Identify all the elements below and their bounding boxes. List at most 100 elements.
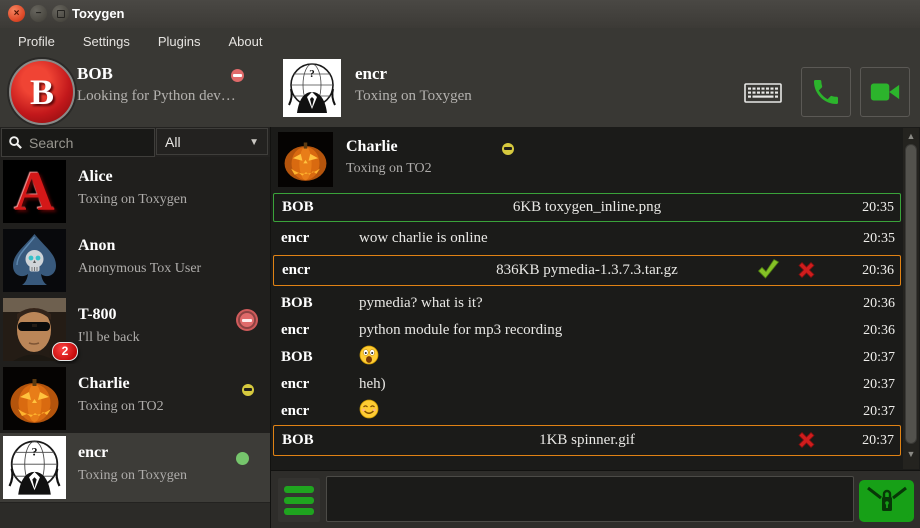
search-box <box>1 128 155 157</box>
message-text: heh) <box>359 376 901 393</box>
contact-status-message: Toxing on Toxygen <box>78 192 187 208</box>
message-row: BOB pymedia? what is it? 20:36 <box>273 290 901 317</box>
close-icon[interactable]: × <box>8 5 25 22</box>
message-text: wow charlie is online <box>359 230 901 247</box>
message-time: 20:36 <box>863 323 895 339</box>
contacts-panel: All ▼ A Alice Toxing on Toxygen <box>0 127 270 528</box>
x-icon <box>794 258 819 282</box>
message-row: encr heh) 20:37 <box>273 371 901 398</box>
scrollbar-thumb[interactable] <box>905 144 917 444</box>
contact-name: T-800 <box>78 306 117 324</box>
search-input[interactable] <box>27 134 149 152</box>
anonymous-mask-icon: ? <box>3 436 66 499</box>
contacts-filter-value: All <box>165 134 181 150</box>
contact-name: Alice <box>78 168 113 186</box>
pumpkin-icon <box>278 132 333 187</box>
contact-name: Charlie <box>78 375 130 393</box>
message-time: 20:35 <box>862 200 894 216</box>
message-emoji <box>359 399 901 424</box>
scroll-down-icon[interactable]: ▼ <box>903 448 919 460</box>
accept-file-button[interactable] <box>755 257 782 283</box>
menu-settings[interactable]: Settings <box>69 28 144 55</box>
decline-file-button[interactable] <box>793 257 820 283</box>
self-avatar-letter: B <box>30 71 54 113</box>
video-camera-icon <box>868 75 902 109</box>
attachments-menu-button[interactable] <box>278 478 320 522</box>
message-time: 20:37 <box>863 350 895 366</box>
message-time: 20:37 <box>862 433 894 449</box>
message-sender: BOB <box>273 295 359 312</box>
menu-profile[interactable]: Profile <box>4 28 69 55</box>
cancel-file-button[interactable] <box>793 427 820 453</box>
contact-encr[interactable]: ? encr Toxing on Toxygen <box>0 433 270 502</box>
contact-name: Anon <box>78 237 115 255</box>
message-sender: encr <box>273 403 359 420</box>
audio-call-button[interactable] <box>801 67 851 117</box>
svg-text:?: ? <box>32 445 38 459</box>
composer-bar <box>270 470 920 528</box>
message-text: pymedia? what is it? <box>359 295 901 312</box>
search-icon <box>8 135 23 150</box>
svg-text:?: ? <box>309 68 315 80</box>
contact-charlie[interactable]: Charlie Toxing on TO2 <box>0 364 270 433</box>
away-status-icon <box>502 143 514 155</box>
message-time: 20:36 <box>862 263 894 279</box>
self-status-message[interactable]: Looking for Python dev… <box>77 88 236 105</box>
chat-scrollbar[interactable]: ▲ ▼ <box>903 128 919 469</box>
video-call-button[interactable] <box>860 67 910 117</box>
peer-avatar: ? <box>283 59 341 117</box>
contact-t800[interactable]: T-800 I'll be back 2 <box>0 295 270 364</box>
scroll-up-icon[interactable]: ▲ <box>903 130 919 142</box>
contact-name: encr <box>78 444 108 462</box>
alice-avatar: A <box>3 160 66 223</box>
maximize-icon[interactable] <box>52 5 69 22</box>
file-transfer-row: BOB 1KB spinner.gif 20:37 <box>273 425 901 456</box>
contact-status-message: Toxing on TO2 <box>78 399 164 415</box>
message-sender: BOB <box>273 349 359 366</box>
contact-anon[interactable]: Anon Anonymous Tox User <box>0 226 270 295</box>
self-name[interactable]: BOB <box>77 64 113 84</box>
skull-spade-icon <box>3 229 66 292</box>
minimize-icon[interactable]: − <box>30 5 47 22</box>
message-time: 20:36 <box>863 296 895 312</box>
message-sender: encr <box>273 376 359 393</box>
charlie-avatar <box>3 367 66 430</box>
chat-peer-status-message: Toxing on TO2 <box>346 161 432 177</box>
titlebar[interactable]: × − Toxygen <box>0 0 920 29</box>
pumpkin-icon <box>3 367 66 430</box>
contact-status-message: I'll be back <box>78 330 140 346</box>
contact-status-message: Anonymous Tox User <box>78 261 201 277</box>
encr-avatar: ? <box>3 436 66 499</box>
message-row: encr wow charlie is online 20:35 <box>273 225 901 252</box>
contact-alice[interactable]: A Alice Toxing on Toxygen <box>0 157 270 226</box>
menu-plugins[interactable]: Plugins <box>144 28 215 55</box>
message-time: 20:35 <box>863 231 895 247</box>
message-sender: encr <box>273 230 359 247</box>
busy-status-icon <box>240 313 254 327</box>
chat-peer-avatar <box>278 132 333 187</box>
file-name: 6KB toxygen_inline.png <box>274 199 900 216</box>
hamburger-icon <box>284 486 314 493</box>
menu-about[interactable]: About <box>214 28 276 55</box>
check-icon <box>755 258 782 282</box>
contacts-panel-footer <box>0 503 270 528</box>
window-title: Toxygen <box>72 0 125 28</box>
peer-status-message: Toxing on Toxygen <box>355 88 472 105</box>
encrypted-send-icon <box>864 484 910 518</box>
self-avatar[interactable]: B <box>9 59 75 125</box>
message-row: encr python module for mp3 recording 20:… <box>273 317 901 344</box>
file-transfer-row: encr 836KB pymedia-1.3.7.3.tar.gz 20:36 <box>273 255 901 286</box>
hamburger-icon <box>284 497 314 504</box>
chat-peer-name: Charlie <box>346 138 398 156</box>
message-input[interactable] <box>326 476 854 522</box>
keyboard-icon[interactable] <box>742 79 784 107</box>
hamburger-icon <box>284 508 314 515</box>
anonymous-mask-icon: ? <box>283 59 341 117</box>
astonished-face-emoji-icon <box>359 345 379 365</box>
chat-peer-widget: Charlie Toxing on TO2 <box>271 127 901 189</box>
send-encrypted-button[interactable] <box>859 480 914 522</box>
contacts-filter-dropdown[interactable]: All ▼ <box>156 128 268 155</box>
smiling-face-emoji-icon <box>359 399 379 419</box>
chevron-down-icon: ▼ <box>249 129 259 156</box>
peer-name: encr <box>355 64 387 84</box>
